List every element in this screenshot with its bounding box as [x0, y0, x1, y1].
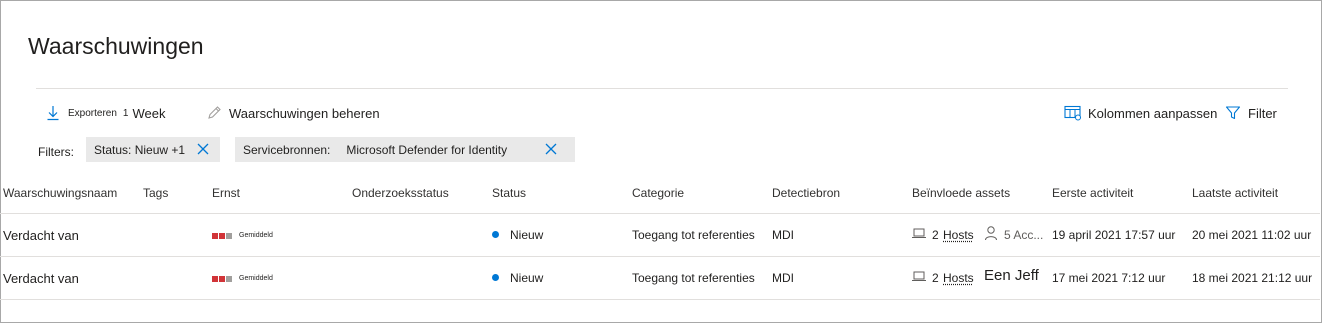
detection-source-text: MDI	[772, 228, 794, 242]
laptop-icon	[911, 226, 927, 243]
manage-alerts-button[interactable]: Waarschuwingen beheren	[205, 102, 380, 124]
page-title: Waarschuwingen	[28, 33, 204, 59]
export-label: Exporteren	[68, 107, 117, 119]
download-icon	[44, 104, 62, 122]
customize-columns-label: Kolommen aanpassen	[1088, 105, 1218, 121]
accounts-link[interactable]: 5 Acc...	[1004, 228, 1043, 242]
column-header-first-activity[interactable]: Eerste activiteit	[1052, 186, 1133, 200]
hosts-link[interactable]: Hosts	[943, 228, 974, 242]
filters-label: Filters:	[38, 145, 74, 159]
severity-indicator: Gemiddeld	[212, 232, 273, 239]
filter-icon	[1224, 104, 1242, 122]
column-header-severity[interactable]: Ernst	[212, 186, 240, 200]
person-icon	[984, 225, 998, 244]
manage-alerts-label: Waarschuwingen beheren	[229, 105, 380, 121]
first-activity: 19 april 2021 17:57 uur	[1052, 228, 1176, 242]
status-text: Nieuw	[510, 228, 544, 242]
laptop-icon	[911, 269, 927, 286]
export-count: 1	[122, 107, 129, 119]
close-icon[interactable]	[544, 142, 558, 156]
category-text: Toegang tot referenties	[632, 271, 755, 285]
last-activity: 20 mei 2021 11:02 uur	[1192, 228, 1312, 242]
column-header-detection-source[interactable]: Detectiebron	[772, 186, 840, 200]
status-dot	[492, 231, 499, 238]
first-activity: 17 mei 2021 7:12 uur	[1052, 271, 1166, 285]
columns-settings-icon	[1064, 104, 1082, 122]
row-divider	[0, 256, 1320, 257]
status-filter-text: Status: Nieuw +1	[94, 142, 186, 157]
column-header-name[interactable]: Waarschuwingsnaam	[3, 186, 117, 200]
accounts-link[interactable]: Een Jeff	[984, 267, 1039, 284]
filter-button[interactable]: Filter	[1224, 102, 1277, 124]
severity-label: Gemiddeld	[239, 275, 273, 282]
column-header-investigation-status[interactable]: Onderzoeksstatus	[352, 186, 449, 200]
severity-indicator: Gemiddeld	[212, 275, 273, 282]
header-divider	[0, 213, 1320, 214]
source-filter-key: Servicebronnen:	[243, 142, 331, 157]
category-text: Toegang tot referenties	[632, 228, 755, 242]
severity-label: Gemiddeld	[239, 232, 273, 239]
alert-name[interactable]: Verdacht van	[3, 228, 79, 243]
close-icon[interactable]	[196, 142, 210, 156]
export-button[interactable]: Exporteren 1 Week	[44, 102, 165, 124]
column-header-status[interactable]: Status	[492, 186, 526, 200]
hosts-link[interactable]: Hosts	[943, 271, 974, 285]
status-text: Nieuw	[510, 271, 544, 285]
column-header-category[interactable]: Categorie	[632, 186, 684, 200]
hosts-count: 2	[932, 228, 939, 242]
column-header-last-activity[interactable]: Laatste activiteit	[1192, 186, 1278, 200]
customize-columns-button[interactable]: Kolommen aanpassen	[1064, 102, 1217, 124]
title-divider	[36, 88, 1288, 89]
source-filter-pill: Servicebronnen: Microsoft Defender for I…	[235, 137, 575, 162]
filter-label: Filter	[1248, 105, 1277, 121]
hosts-count: 2	[932, 271, 939, 285]
source-filter-value: Microsoft Defender for Identity	[346, 142, 508, 157]
status-filter-pill: Status: Nieuw +1	[86, 137, 220, 162]
alert-name[interactable]: Verdacht van	[3, 271, 79, 286]
column-header-tags[interactable]: Tags	[143, 186, 168, 200]
last-activity: 18 mei 2021 21:12 uur	[1192, 271, 1313, 285]
pencil-icon	[205, 104, 223, 122]
detection-source-text: MDI	[772, 271, 794, 285]
status-dot	[492, 274, 499, 281]
period-label: Week	[132, 105, 166, 121]
column-header-impacted-assets[interactable]: Beïnvloede assets	[912, 186, 1010, 200]
row-divider	[0, 299, 1320, 300]
